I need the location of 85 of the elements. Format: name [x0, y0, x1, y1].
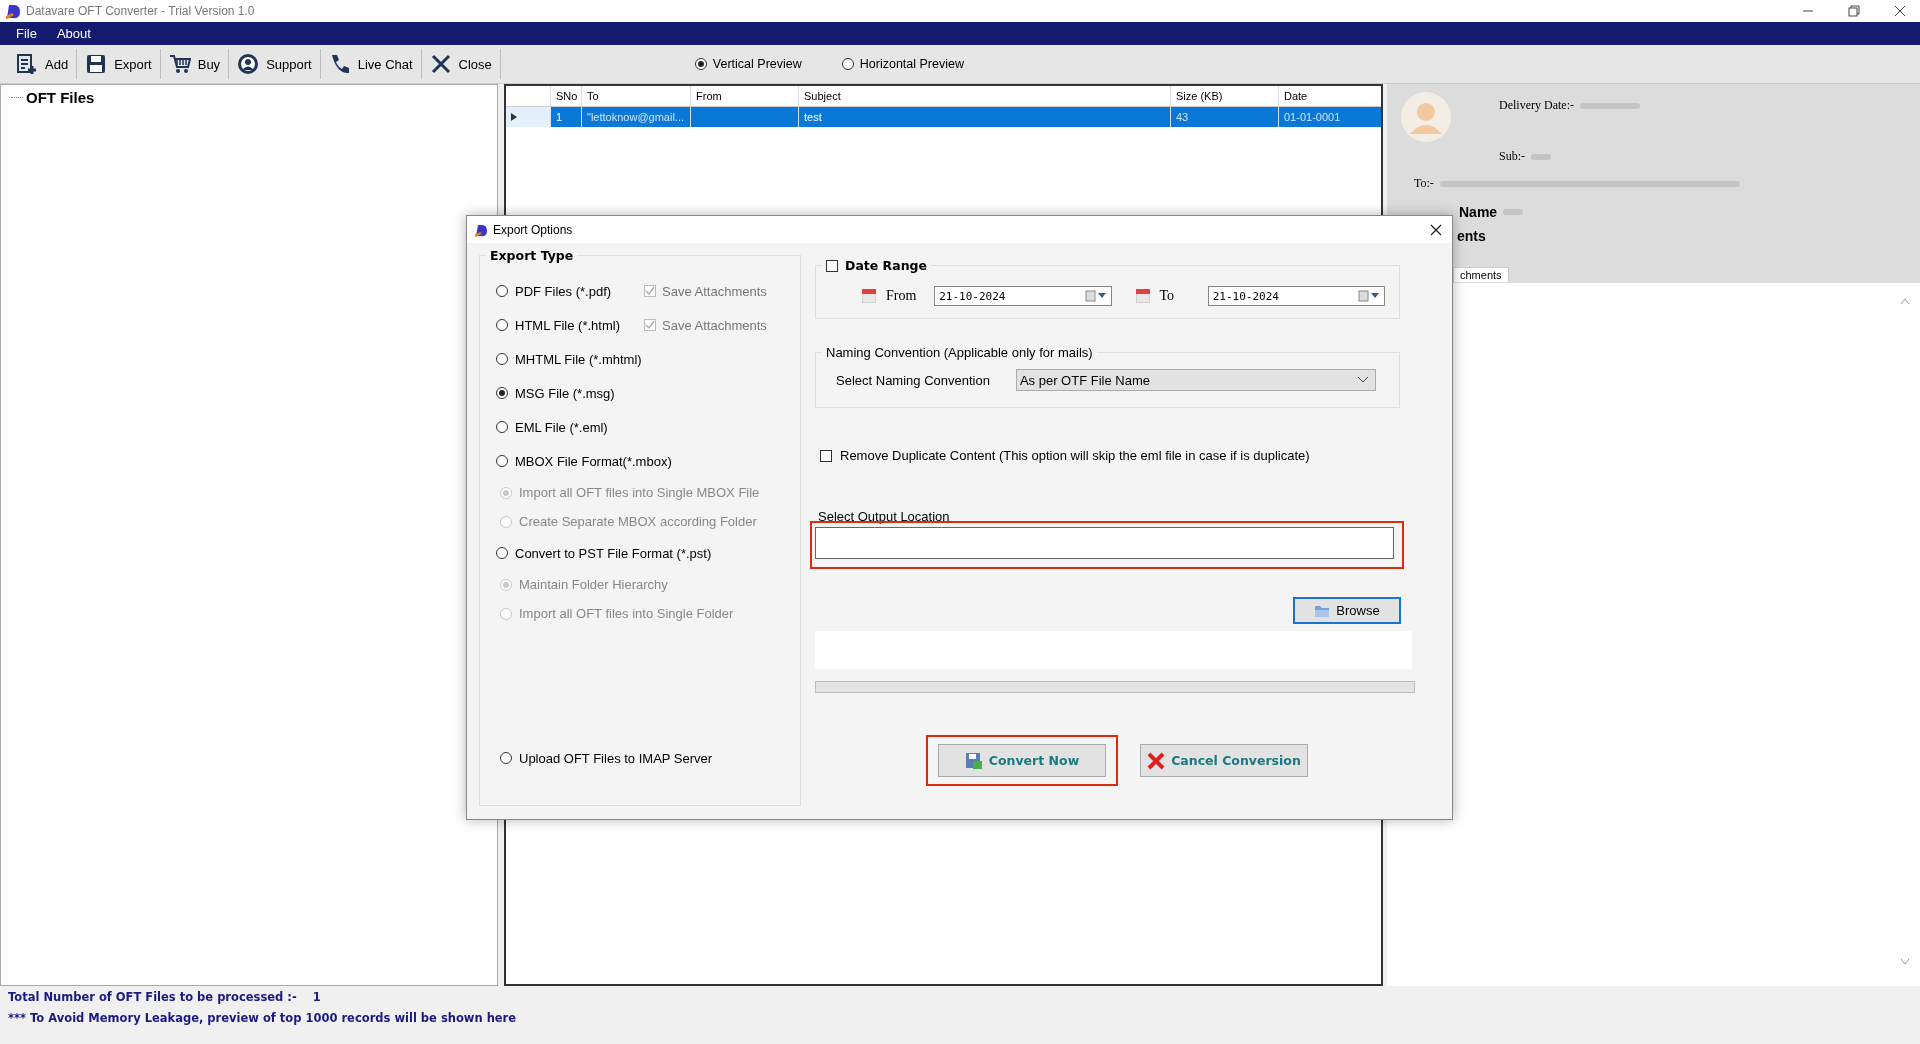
- radio-option[interactable]: Upload OFT Files to IMAP Server: [500, 750, 713, 766]
- folder-icon: [1314, 604, 1331, 617]
- convert-button[interactable]: Convert Now: [938, 744, 1106, 777]
- toolbar-button[interactable]: Export: [77, 49, 161, 79]
- radio-option[interactable]: Convert to PST File Format (*.pst): [496, 545, 712, 561]
- radio-option[interactable]: PDF Files (*.pdf): [496, 283, 626, 299]
- close-icon: [429, 53, 452, 75]
- column-header[interactable]: Size (KB): [1171, 86, 1279, 106]
- menu-item[interactable]: About: [48, 24, 99, 43]
- field-label: Delivery Date:-: [1499, 98, 1574, 113]
- calendar-icon: [862, 289, 876, 303]
- checkbox-option[interactable]: Save Attachments: [644, 317, 767, 333]
- tab[interactable]: chments: [1453, 267, 1509, 282]
- toolbar-button[interactable]: Live Chat: [320, 49, 422, 79]
- calendar-icon: [1135, 289, 1150, 303]
- checkbox-option[interactable]: Save Attachments: [644, 283, 767, 299]
- scroll-down-icon: [1900, 958, 1910, 966]
- app-logo-icon: [6, 3, 20, 19]
- checkbox-option[interactable]: Date Range: [822, 258, 931, 273]
- checkmark-icon: [645, 320, 655, 330]
- status-text: Total Number of OFT Files to be processed :-: [8, 990, 297, 1004]
- field-label: Select Output Location: [817, 509, 951, 524]
- redacted-text: [1531, 153, 1551, 160]
- menu-item[interactable]: File: [8, 24, 45, 43]
- cancel-button[interactable]: Cancel Conversion: [1140, 744, 1308, 777]
- table-cell: test: [799, 107, 1171, 127]
- dropdown[interactable]: As per OTF File Name: [1015, 369, 1376, 391]
- field-label: From: [886, 288, 918, 304]
- table-cell-text: 01-01-0001: [1283, 110, 1342, 125]
- column-header[interactable]: Date: [1279, 86, 1379, 106]
- date-picker[interactable]: 21-10-2024: [934, 286, 1112, 306]
- radio-option[interactable]: MSG File (*.msg): [496, 385, 626, 401]
- restore-icon: [1848, 5, 1860, 17]
- calendar-dropdown-icon: [1358, 290, 1380, 302]
- document-plus-icon: [16, 53, 38, 75]
- checkmark-icon: [645, 286, 655, 296]
- row-pointer-icon: [511, 113, 517, 121]
- chevron-down-icon: [1356, 376, 1369, 384]
- table-cell: 1: [551, 107, 582, 127]
- radio-option[interactable]: Horizontal Preview: [841, 57, 964, 71]
- tree-item[interactable]: OFT Files: [26, 89, 95, 106]
- group-title: Naming Convention (Applicable only for mails): [822, 345, 1097, 360]
- browse-button[interactable]: Browse: [1293, 597, 1401, 624]
- table-cell: 43: [1171, 107, 1279, 127]
- redacted-text: [1503, 209, 1524, 215]
- table-row[interactable]: 1 "lettoknow@gmail... test 43 01-01-0001: [506, 107, 1381, 127]
- field-label: To:-: [1414, 176, 1434, 191]
- field-label: Sub:-: [1499, 149, 1525, 164]
- toolbar-button[interactable]: Add: [8, 49, 78, 79]
- toolbar-button[interactable]: Buy: [160, 49, 230, 79]
- status-note: *** To Avoid Memory Leakage, preview of top 1000 records will be shown here: [8, 1011, 518, 1025]
- field-label: To: [1159, 288, 1176, 304]
- radio-option[interactable]: Vertical Preview: [694, 57, 802, 71]
- output-path-field[interactable]: [815, 527, 1394, 559]
- radio-option[interactable]: EML File (*.eml): [496, 419, 626, 435]
- cross-icon: [1147, 751, 1166, 770]
- avatar-icon: [1401, 92, 1451, 142]
- field-label: ents: [1457, 228, 1486, 244]
- app-logo-icon: [475, 222, 487, 237]
- dialog-title: Export Options: [493, 222, 574, 237]
- toolbar-button[interactable]: Close: [421, 49, 501, 79]
- column-header[interactable]: SNo: [551, 86, 582, 106]
- calendar-dropdown-icon: [1084, 290, 1107, 302]
- column-header[interactable]: From: [691, 86, 799, 106]
- checkbox-option[interactable]: Remove Duplicate Content (This option will skip the eml file in case if is duplicate): [820, 448, 1415, 463]
- field-label: Select Naming Convention: [836, 372, 990, 388]
- scroll-up-icon: [1900, 297, 1910, 305]
- tree-line: [11, 97, 23, 98]
- window-title: Datavare OFT Converter - Trial Version 1.0: [26, 4, 255, 18]
- group-title: Export Type: [486, 248, 578, 263]
- shopping-cart-icon: [168, 53, 191, 75]
- column-header[interactable]: To: [582, 86, 691, 106]
- column-header[interactable]: Subject: [799, 86, 1171, 106]
- radio-option[interactable]: HTML File (*.html): [496, 317, 626, 333]
- support-person-icon: [237, 53, 260, 75]
- radio-option[interactable]: MHTML File (*.mhtml): [496, 351, 642, 367]
- close-icon[interactable]: [1430, 223, 1442, 236]
- date-picker[interactable]: 21-10-2024: [1207, 286, 1385, 306]
- redacted-text: [1579, 102, 1640, 109]
- toolbar-button[interactable]: Support: [229, 49, 321, 79]
- radio-option[interactable]: MBOX File Format(*.mbox): [496, 453, 672, 469]
- file-count: 1: [312, 990, 321, 1004]
- close-icon: [1894, 5, 1906, 17]
- table-cell: "lettoknow@gmail...: [582, 107, 691, 127]
- field-label: Name: [1459, 204, 1498, 220]
